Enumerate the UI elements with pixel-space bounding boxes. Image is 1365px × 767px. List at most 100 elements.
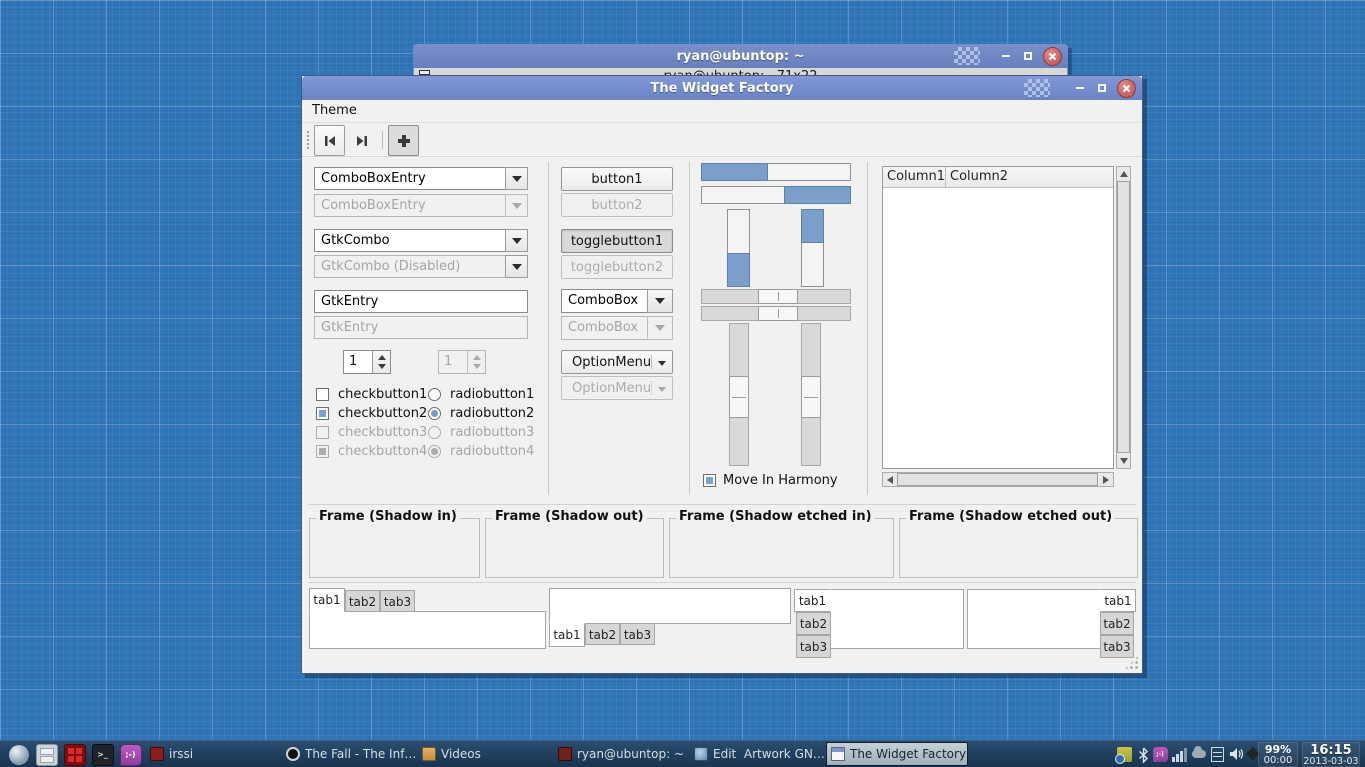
gtkentry-input[interactable]: GtkEntry <box>314 290 528 313</box>
button1[interactable]: button1 <box>561 167 673 191</box>
tab1[interactable]: tab1 <box>794 589 831 612</box>
network-signal-tray-icon[interactable] <box>1171 746 1187 762</box>
vscale2[interactable] <box>801 323 821 466</box>
task-widget-factory[interactable]: The Widget Factory <box>826 742 968 766</box>
task-the-fall[interactable]: The Fall - The Info... <box>282 742 418 766</box>
tab3[interactable]: tab3 <box>620 623 655 645</box>
gtkcombo-disabled-dropdown-button[interactable] <box>505 255 528 278</box>
column-separator <box>689 162 690 495</box>
vertical-scrollbar-thumb[interactable] <box>1117 181 1130 453</box>
scroll-left-button[interactable] <box>883 473 897 486</box>
horizontal-scrollbar[interactable] <box>882 472 1114 487</box>
spinbutton-value[interactable]: 1 <box>349 354 357 369</box>
red-grid-launcher[interactable] <box>62 742 87 767</box>
tab3[interactable]: tab3 <box>796 635 831 658</box>
tab1[interactable]: tab1 <box>549 623 585 647</box>
toolbar-drag-handle[interactable] <box>306 130 310 150</box>
tab3[interactable]: tab3 <box>1100 635 1134 658</box>
combobox[interactable]: ComboBox <box>561 289 648 313</box>
spinbutton-arrows[interactable] <box>372 351 390 373</box>
radiobutton2-radio[interactable] <box>428 407 441 420</box>
battery-indicator[interactable]: 99% 00:00 <box>1258 742 1298 767</box>
close-icon <box>1048 52 1057 61</box>
horizontal-separator <box>308 582 1136 583</box>
tab2[interactable]: tab2 <box>585 623 620 645</box>
move-in-harmony-label[interactable]: Move In Harmony <box>723 473 838 488</box>
scroll-up-button[interactable] <box>1117 167 1130 181</box>
widget-factory-window[interactable]: The Widget Factory Theme <box>301 75 1143 674</box>
horizontal-scrollbar-thumb[interactable] <box>897 473 1098 486</box>
task-terminal[interactable]: ryan@ubuntop: ~ <box>554 742 690 766</box>
app-titlebar[interactable]: The Widget Factory <box>302 76 1142 100</box>
checkbutton2-label[interactable]: checkbutton2 <box>338 406 427 421</box>
weather-tray-icon[interactable] <box>1190 746 1207 762</box>
updates-tray-icon[interactable] <box>1116 746 1133 763</box>
clock[interactable]: 16:15 2013-03-03 <box>1302 742 1360 767</box>
volume-tray-icon[interactable] <box>1228 746 1244 762</box>
close-button[interactable] <box>1043 47 1062 66</box>
scroll-right-button[interactable] <box>1099 473 1113 486</box>
radiobutton1-radio[interactable] <box>428 388 441 401</box>
gtkcombo-input[interactable]: GtkCombo <box>314 229 506 252</box>
spinbutton[interactable]: 1 <box>343 350 391 374</box>
menu-theme[interactable]: Theme <box>302 100 367 118</box>
radiobutton1-label[interactable]: radiobutton1 <box>450 387 534 402</box>
checkbutton1-checkbox[interactable] <box>316 388 329 401</box>
checkbutton1-label[interactable]: checkbutton1 <box>338 387 427 402</box>
progressbar-rtl <box>701 186 851 204</box>
combobox-dropdown-button[interactable] <box>647 289 673 313</box>
vscale1[interactable] <box>729 323 749 466</box>
notes-tray-icon[interactable] <box>1210 746 1225 762</box>
treeview[interactable]: Column1 Column2 <box>882 166 1114 469</box>
gtkentry-disabled-input: GtkEntry <box>314 316 528 339</box>
checkbutton2-checkbox[interactable] <box>316 407 329 420</box>
optionmenu-separator <box>651 381 652 395</box>
column2-header[interactable]: Column2 <box>946 167 1113 188</box>
hscale1[interactable] <box>701 289 851 304</box>
togglebutton1[interactable]: togglebutton1 <box>561 229 673 253</box>
minimize-button[interactable] <box>1073 81 1087 95</box>
vertical-scrollbar[interactable] <box>1116 166 1131 469</box>
radiobutton2-label[interactable]: radiobutton2 <box>450 406 534 421</box>
vscale-thumb[interactable] <box>801 376 821 418</box>
task-videos[interactable]: Videos <box>418 742 554 766</box>
comboboxentry-input[interactable]: ComboBoxEntry <box>314 167 506 190</box>
tab2[interactable]: tab2 <box>345 590 380 612</box>
tab1[interactable]: tab1 <box>309 588 345 612</box>
signal-bar <box>1184 748 1187 762</box>
app-title: The Widget Factory <box>302 81 1142 96</box>
task-edit-artwork[interactable]: Edit Artwork GNO... <box>690 742 826 766</box>
hscale-thumb[interactable] <box>758 306 798 321</box>
file-manager-launcher[interactable] <box>34 742 59 767</box>
maximize-button[interactable] <box>1021 49 1035 63</box>
add-button[interactable] <box>388 125 419 156</box>
chat-launcher[interactable]: ;-) <box>118 742 143 767</box>
progress-fill <box>784 186 851 204</box>
column1-header[interactable]: Column1 <box>883 167 946 188</box>
tab2[interactable]: tab2 <box>1100 612 1134 635</box>
hscale-thumb[interactable] <box>758 289 798 304</box>
tab3[interactable]: tab3 <box>380 590 415 612</box>
move-in-harmony-checkbox[interactable] <box>703 474 716 487</box>
chat-tray-icon[interactable]: ;-) <box>1152 746 1168 762</box>
minimize-button[interactable] <box>999 49 1013 63</box>
orb-launcher[interactable] <box>6 742 31 767</box>
toolbar-separator <box>382 131 383 149</box>
hscale2[interactable] <box>701 306 851 321</box>
tab1[interactable]: tab1 <box>1100 589 1136 612</box>
vscale-thumb[interactable] <box>729 376 749 418</box>
comboboxentry-dropdown-button[interactable] <box>505 167 528 190</box>
bluetooth-tray-icon[interactable] <box>1137 746 1149 763</box>
terminal-launcher[interactable]: >_ <box>90 742 115 767</box>
close-button[interactable] <box>1117 79 1136 98</box>
optionmenu[interactable]: OptionMenu <box>561 350 673 374</box>
tab2[interactable]: tab2 <box>796 612 831 635</box>
notebook-tabs-right: tab1 tab2 tab3 <box>967 584 1136 658</box>
task-irssi[interactable]: irssi <box>146 742 282 766</box>
maximize-button[interactable] <box>1095 81 1109 95</box>
gtkcombo-dropdown-button[interactable] <box>505 229 528 252</box>
go-first-button[interactable] <box>314 125 345 156</box>
scroll-down-button[interactable] <box>1117 454 1130 468</box>
terminal-titlebar[interactable]: ryan@ubuntop: ~ <box>413 44 1068 68</box>
go-last-button[interactable] <box>346 125 377 156</box>
